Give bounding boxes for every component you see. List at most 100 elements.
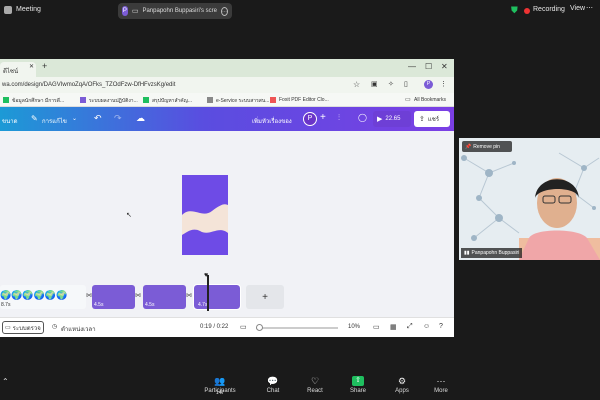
kebab-menu-icon[interactable]: ⋮ (440, 80, 447, 88)
timeline-clip-selected[interactable]: 4.7s (193, 284, 241, 310)
file-menu[interactable]: ขนาด (2, 116, 17, 126)
bookmark-item[interactable]: ระบบผลงานปฏิบัติงา... (89, 97, 138, 105)
canva-footer: ▭ ระบบตรวจ ◷ ตำแหน่งเวลา 0:19 / 0:22 ▭ 1… (0, 317, 454, 337)
globe-icon: 🌍🌍🌍🌍🌍🌍 (0, 290, 68, 300)
close-tab-icon[interactable]: ✕ (29, 63, 34, 70)
play-icon: ▶ (377, 116, 383, 123)
bookmarks-bar: ข้อมูลนักศึกษา มีการดี... ระบบผลงานปฏิบั… (0, 93, 454, 107)
notes-button[interactable]: ▭ ระบบตรวจ (2, 321, 44, 334)
new-tab-icon[interactable]: + (42, 61, 47, 71)
clip-duration: 4.5s (94, 302, 104, 308)
clip-duration: 8.7s (1, 302, 11, 308)
participant-name-tag: ▮▮ Panpapohn Buppasiri (461, 248, 523, 258)
tab-title: ดีไซน์ (3, 69, 19, 75)
present-button[interactable]: ▶ 22.65 (373, 111, 411, 127)
help-icon[interactable]: ? (439, 323, 443, 330)
bookmark-item[interactable]: Foxit PDF Editor Clo... (279, 97, 329, 103)
shared-browser-window: ดีไซน์ ✕ + — ☐ ✕ wa.com/design/DAGVIwmoZ… (0, 59, 454, 337)
time-readout: 0:19 / 0:22 (200, 324, 229, 330)
duration-button[interactable]: ตำแหน่งเวลา (61, 324, 96, 334)
playhead-handle-icon[interactable]: ♥ (204, 272, 208, 279)
participants-label: Participants (204, 388, 236, 394)
assistant-icon[interactable]: ☺ (423, 323, 430, 330)
folder-icon: ▭ (405, 97, 411, 103)
react-button[interactable]: ♡ React (295, 376, 335, 394)
timeline[interactable]: 🌍🌍🌍🌍🌍🌍 8.7s ⋈ 4.5s ⋈ 4.5s ⋈ 4.7s ♥ + (0, 272, 454, 317)
transition-icon[interactable]: ⋈ (135, 292, 141, 299)
transition-icon[interactable]: ⋈ (186, 292, 192, 299)
bookmark-item[interactable]: ข้อมูลนักศึกษา มีการดี... (12, 97, 64, 105)
all-bookmarks[interactable]: All Bookmarks (414, 97, 446, 103)
apps-label: Apps (395, 388, 409, 394)
puzzle-icon[interactable]: ✧ (388, 80, 394, 88)
bookmark-star-icon[interactable]: ☆ (353, 80, 360, 89)
minimize-icon[interactable]: — (408, 62, 416, 71)
participant-video-tile[interactable]: 📌 Remove pin ▮▮ Panpapohn Buppasiri (459, 138, 600, 260)
zoom-slider-thumb[interactable] (256, 324, 263, 331)
address-bar[interactable]: wa.com/design/DAGVIwmoZqA/OFks_TZOdFzw-D… (0, 77, 454, 93)
page-view-icon[interactable]: ▭ (373, 323, 380, 331)
grid-view-icon[interactable]: ▦ (390, 323, 397, 331)
share-button[interactable]: ⇪ แชร์ (414, 111, 450, 127)
comment-icon[interactable]: ◯ (358, 113, 367, 122)
participants-icon: 👥147 (214, 376, 226, 396)
bookmark-item[interactable]: e-Service ระบบสารสน... (216, 97, 269, 105)
timeline-clip[interactable]: 4.5s (92, 285, 135, 309)
close-window-icon[interactable]: ✕ (441, 62, 448, 71)
maximize-icon[interactable]: ☐ (425, 62, 432, 71)
document-title[interactable]: เพิ่มหัวเรื่องของ (252, 116, 292, 126)
recording-label[interactable]: Recording (533, 6, 565, 13)
video-background (459, 138, 600, 260)
undo-icon[interactable]: ↶ (94, 113, 102, 124)
pin-icon: 📌 (465, 143, 472, 150)
edit-menu[interactable]: การแก้ไข (42, 116, 67, 126)
share-screen-label: Share (349, 388, 366, 394)
profile-avatar[interactable]: P (424, 80, 433, 89)
canva-toolbar: ขนาด ✎ การแก้ไข ⌄ ↶ ↷ ☁ เพิ่มหัวเรื่องขอ… (0, 107, 454, 131)
apps-button[interactable]: ⚙ Apps (382, 376, 422, 394)
upload-icon: ⇪ (419, 116, 425, 123)
timeline-clip[interactable]: 4.5s (143, 285, 186, 309)
participants-button[interactable]: 👥147 Participants (200, 376, 240, 396)
zoom-level[interactable]: 10% (348, 324, 360, 330)
chat-button[interactable]: 💬 Chat (253, 376, 293, 394)
chevron-down-icon[interactable]: ⌄ (72, 115, 77, 122)
sidebar-icon[interactable]: ▯ (404, 80, 408, 88)
zoom-bottom-bar: ⌃ 👥147 Participants 💬 Chat ♡ React ⇧ Sha… (0, 372, 600, 400)
collaborator-avatar[interactable]: P (303, 112, 317, 126)
more-options-icon[interactable]: … (221, 6, 228, 16)
more-button[interactable]: ⋯ More (421, 376, 461, 394)
participant-name: Panpapohn Buppasiri (471, 250, 520, 256)
view-menu-icon[interactable]: ⋯ (586, 4, 593, 12)
apps-icon: ⚙ (397, 376, 407, 386)
add-collaborator-icon[interactable]: + (320, 112, 326, 123)
remove-pin-button[interactable]: 📌 Remove pin (462, 141, 512, 152)
fullscreen-icon[interactable]: ⤢ (407, 323, 413, 331)
add-page-button[interactable]: + (246, 285, 284, 309)
mouse-cursor-icon: ↖ (126, 212, 132, 219)
playhead[interactable] (207, 275, 209, 311)
shield-icon[interactable]: ⛊ (511, 5, 518, 16)
design-page[interactable] (182, 175, 228, 255)
bookmark-icon (3, 97, 9, 103)
audio-chevron-icon[interactable]: ⌃ (2, 377, 9, 386)
share-screen-button[interactable]: ⇧ Share (338, 376, 378, 394)
view-button[interactable]: View (570, 5, 585, 12)
cloud-sync-icon: ☁ (136, 113, 145, 123)
chat-label: Chat (266, 388, 280, 394)
canvas-workspace[interactable]: ↖ (0, 131, 454, 281)
share-avatar: P (122, 6, 128, 16)
zoom-slider[interactable] (256, 324, 338, 331)
share-label: แชร์ (427, 117, 440, 123)
redo-icon[interactable]: ↷ (114, 113, 122, 124)
display-icon[interactable]: ▭ (240, 323, 247, 331)
timeline-clip[interactable]: 🌍🌍🌍🌍🌍🌍 8.7s (0, 285, 86, 309)
insights-icon[interactable]: ⫶ (338, 113, 340, 123)
bookmark-item[interactable]: สรุปปัญหาสำคัญ... (152, 97, 192, 105)
extension-icon[interactable]: ▣ (371, 80, 378, 88)
screen-share-icon: ▭ (131, 8, 139, 15)
screen-share-indicator[interactable]: P ▭ Panpapohn Buppasiri's scre … (118, 3, 232, 19)
share-label: Panpapohn Buppasiri's scre (142, 8, 217, 14)
url-text[interactable]: wa.com/design/DAGVIwmoZqA/OFks_TZOdFzw-D… (2, 82, 175, 88)
timer-icon: ◷ (52, 324, 58, 330)
